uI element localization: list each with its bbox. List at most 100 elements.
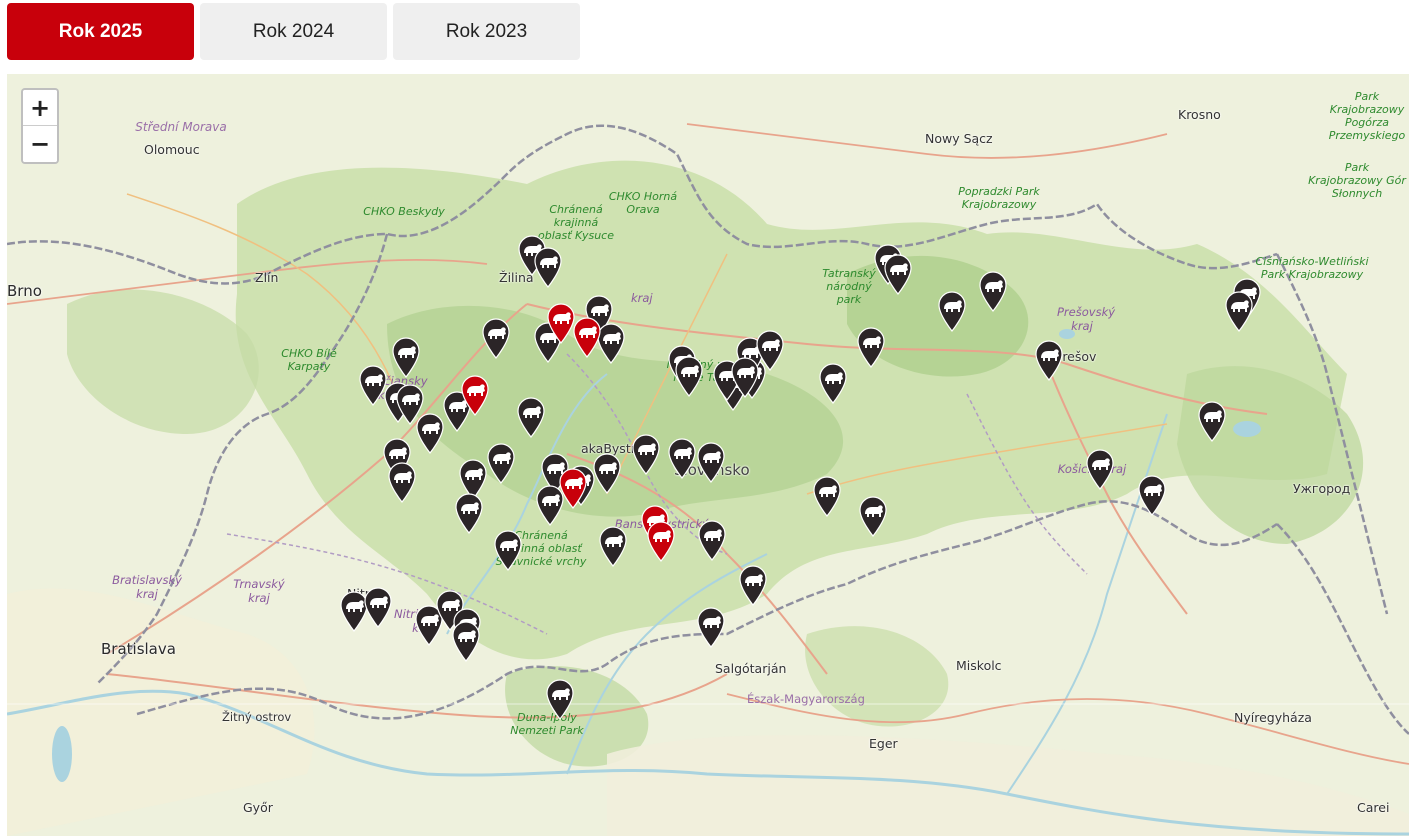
bear-icon [819,363,847,404]
city-label-brno: Brno [7,282,42,300]
bear-icon [675,356,703,397]
bear-icon [1198,401,1226,442]
park-label-popradzki: Popradzki Park Krajobrazowy [958,185,1040,211]
bear-marker[interactable] [362,586,394,628]
bear-marker[interactable] [666,437,698,479]
bear-marker[interactable] [414,412,446,454]
bear-icon [364,587,392,628]
bear-icon [632,434,660,475]
bear-marker[interactable] [630,433,662,475]
bear-icon [1225,291,1253,332]
park-label-kysuce: Chránená krajinná oblasť Kysuce [538,203,614,242]
bear-icon [647,521,675,562]
bear-marker[interactable] [817,362,849,404]
city-label-bratislava: Bratislava [101,640,176,658]
tab-rok-2025[interactable]: Rok 2025 [7,3,194,60]
park-label-stredni-morava: Střední Morava [135,120,227,134]
bear-marker[interactable] [544,678,576,720]
bear-marker[interactable] [855,326,887,368]
park-label-gor-slonnych: Park Krajobrazowy Gór Słonnych [1308,161,1406,200]
bear-icon [559,468,587,509]
bear-marker[interactable] [673,355,705,397]
city-label-gyor: Győr [243,800,273,815]
bear-icon [517,397,545,438]
bear-icon [697,607,725,648]
park-label-cisniansko: Ciśniańsko-Wetliński Park Krajobrazowy [1255,255,1369,281]
bear-marker[interactable] [695,441,727,483]
zoom-out-button[interactable]: − [23,126,57,162]
bear-marker[interactable] [936,290,968,332]
bear-marker[interactable] [453,492,485,534]
bear-marker[interactable] [1033,339,1065,381]
bear-marker[interactable] [532,246,564,288]
park-label-orava: CHKO Horná Orava [608,190,678,216]
bear-marker[interactable] [480,317,512,359]
bear-icon [1138,475,1166,516]
city-label-olomouc: Olomouc [144,142,200,157]
bear-marker[interactable] [857,495,889,537]
bear-icon [461,375,489,416]
bear-marker[interactable] [1223,290,1255,332]
bear-icon [731,357,759,398]
bear-icon [668,438,696,479]
bear-icon [534,247,562,288]
bear-marker[interactable] [390,336,422,378]
city-label-miskolc: Miskolc [956,658,1002,673]
city-label-eger: Eger [869,736,898,751]
region-label-bratislavsky: Bratislavský kraj [112,573,182,601]
bear-marker[interactable] [450,620,482,662]
bear-icon [697,442,725,483]
bear-icon [599,526,627,567]
bear-marker[interactable] [1196,400,1228,442]
bear-marker[interactable] [977,270,1009,312]
bear-icon [416,413,444,454]
bear-marker[interactable] [729,356,761,398]
region-label-presovsky: Prešovský kraj [1057,305,1116,333]
bear-marker[interactable] [882,253,914,295]
bear-marker[interactable] [695,606,727,648]
park-label-bile-karpaty: CHKO Bílé Karpaty [281,347,337,373]
bear-icon [857,327,885,368]
bear-marker-red[interactable] [557,467,589,509]
city-label-nyiregyhaza: Nyíregyháza [1234,710,1312,725]
bear-marker[interactable] [811,475,843,517]
city-label-krosno: Krosno [1178,107,1221,122]
bear-icon [494,530,522,571]
bear-icon [392,337,420,378]
bear-icon [1035,340,1063,381]
year-tabs: Rok 2025 Rok 2024 Rok 2023 [7,3,580,60]
bear-icon [487,443,515,484]
bear-marker[interactable] [597,525,629,567]
tab-rok-2024[interactable]: Rok 2024 [200,3,387,60]
bear-marker[interactable] [515,396,547,438]
bear-marker[interactable] [737,564,769,606]
bear-marker[interactable] [1084,448,1116,490]
city-label-salgotarjan: Salgótarján [715,661,787,676]
bear-marker-red[interactable] [571,316,603,358]
bear-icon [1086,449,1114,490]
zoom-in-button[interactable]: + [23,90,57,126]
city-label-carei: Carei [1357,800,1390,815]
city-label-nowy-sacz: Nowy Sącz [925,131,993,146]
bear-icon [884,254,912,295]
bear-icon [573,317,601,358]
region-label-zilinsky: kraj [631,291,653,305]
bear-marker[interactable] [386,461,418,503]
region-label-trnavsky: Trnavský kraj [233,577,285,605]
bear-icon [938,291,966,332]
bear-marker[interactable] [696,519,728,561]
map-view[interactable]: Brno Olomouc Zlín Žilina Trenčiansky kra… [7,74,1409,836]
bear-icon [698,520,726,561]
bear-marker-red[interactable] [645,520,677,562]
region-label-eszak: Észak-Magyarország [747,692,865,706]
bear-icon [979,271,1007,312]
bear-icon [452,621,480,662]
tab-rok-2023[interactable]: Rok 2023 [393,3,580,60]
city-label-uzhorod: Ужгород [1293,481,1351,496]
bear-icon [482,318,510,359]
bear-marker[interactable] [1136,474,1168,516]
bear-marker[interactable] [492,529,524,571]
bear-marker[interactable] [485,442,517,484]
bear-icon [813,476,841,517]
bear-marker-red[interactable] [459,374,491,416]
